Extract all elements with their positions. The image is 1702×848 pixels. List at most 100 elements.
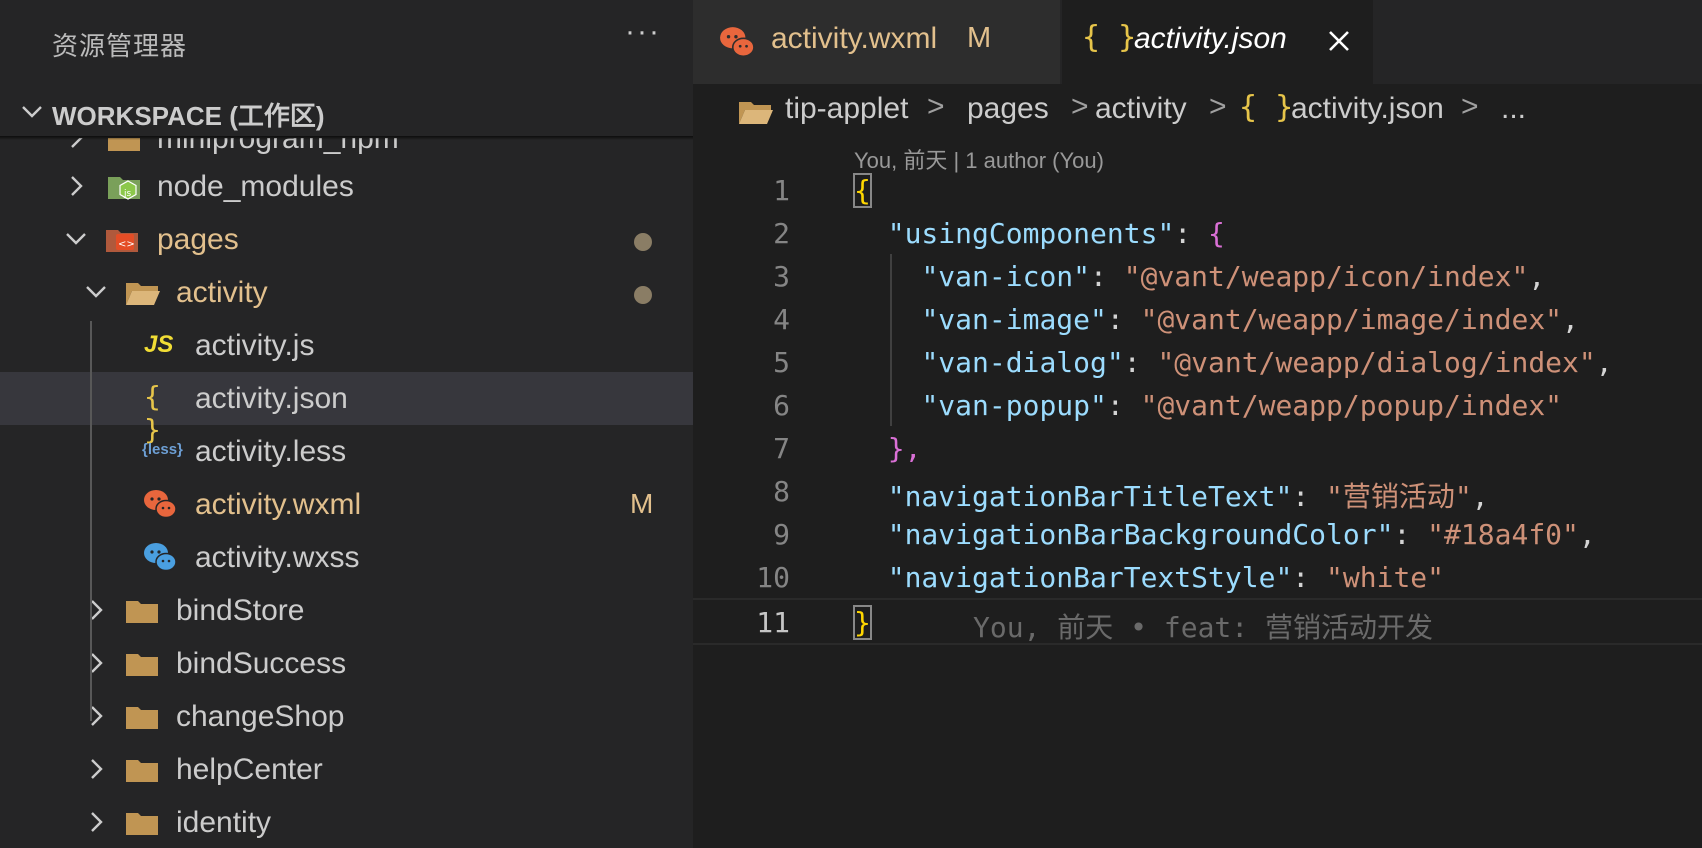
- json-braces-icon: { }: [1082, 20, 1137, 55]
- breadcrumb-activity[interactable]: activity: [1095, 92, 1187, 126]
- code-line: 5 "van-dialog": "@vant/weapp/dialog/inde…: [693, 340, 1702, 383]
- chevron-right-icon: [91, 706, 103, 726]
- chevron-down-icon: [22, 106, 42, 118]
- wechat-orange-icon: [144, 490, 177, 519]
- line-number: 6: [773, 389, 790, 422]
- folder-open-icon: [126, 283, 160, 305]
- tree-item-bindsuccess[interactable]: bindSuccess: [0, 637, 693, 690]
- tree-item-bindstore[interactable]: bindStore: [0, 584, 693, 637]
- bracket-close: },: [887, 432, 922, 465]
- wechat-blue-icon: [144, 543, 177, 572]
- json-key: "navigationBarTextStyle": [887, 561, 1293, 594]
- tree-item-activity[interactable]: activity: [0, 266, 693, 319]
- close-icon[interactable]: [1324, 26, 1354, 56]
- tab-bar: activity.wxml M { } activity.json: [693, 0, 1702, 84]
- inline-blame: You, 前天 • feat: 营销活动开发: [973, 611, 1434, 644]
- breadcrumb-separator: >: [927, 90, 945, 123]
- node-folder-icon: js: [108, 177, 140, 200]
- json-key: "van-icon": [921, 260, 1091, 293]
- breadcrumb-more[interactable]: ...: [1501, 92, 1526, 126]
- tree-item-activity-js[interactable]: JS activity.js: [0, 319, 693, 372]
- line-number: 9: [773, 518, 790, 551]
- code-line: 4 "van-image": "@vant/weapp/image/index"…: [693, 297, 1702, 340]
- tree-item-activity-less[interactable]: {less} activity.less: [0, 425, 693, 478]
- tree-item-label: node_modules: [157, 170, 354, 203]
- bracket-open: {: [1208, 217, 1225, 250]
- tree-item-activity-wxss[interactable]: activity.wxss: [0, 531, 693, 584]
- bracket-open: {: [853, 173, 872, 208]
- folder-icon: [126, 654, 158, 676]
- line-number: 2: [773, 217, 790, 250]
- folder-icon: [126, 707, 158, 729]
- line-number: 8: [773, 475, 790, 508]
- breadcrumb-file[interactable]: activity.json: [1291, 92, 1444, 126]
- code-line: 3 "van-icon": "@vant/weapp/icon/index",: [693, 254, 1702, 297]
- svg-text:js: js: [123, 189, 132, 199]
- line-number: 11: [756, 606, 790, 639]
- folder-icon: [108, 138, 140, 151]
- modified-dot: [634, 233, 652, 251]
- tree-item-helpcenter[interactable]: helpCenter: [0, 743, 693, 796]
- chevron-down-icon: [66, 233, 86, 245]
- code-line: 7 },: [693, 426, 1702, 469]
- code-line: 6 "van-popup": "@vant/weapp/popup/index": [693, 383, 1702, 426]
- tree-indent-guide: [90, 321, 92, 721]
- tree-item-label: activity.wxml: [195, 488, 362, 521]
- tree-item-activity-wxml[interactable]: activity.wxml M: [0, 478, 693, 531]
- json-string: "#18a4f0": [1427, 518, 1579, 551]
- explorer-title: 资源管理器: [52, 31, 188, 61]
- json-string: "@vant/weapp/icon/index": [1123, 260, 1529, 293]
- code-line: 8 "navigationBarTitleText": "营销活动",: [693, 469, 1702, 513]
- tree-item-label: bindSuccess: [176, 647, 347, 680]
- breadcrumb-separator: >: [1461, 90, 1479, 123]
- json-key: "van-dialog": [921, 346, 1124, 379]
- more-actions-button[interactable]: ···: [618, 17, 668, 58]
- folder-icon: [126, 813, 158, 835]
- chevron-right-icon: [71, 176, 83, 196]
- breadcrumb-pages[interactable]: pages: [967, 92, 1049, 126]
- svg-text:<>: <>: [118, 239, 135, 250]
- code-line: 1 {: [693, 168, 1702, 211]
- folder-open-icon: [739, 102, 773, 124]
- tree-item-identity[interactable]: identity: [0, 796, 693, 848]
- breadcrumb: tip-applet > pages > activity > { } acti…: [693, 88, 1702, 134]
- tree-item-activity-json[interactable]: { } activity.json: [0, 372, 693, 446]
- less-file-icon: {less}: [142, 441, 183, 458]
- json-string: "营销活动": [1326, 480, 1472, 513]
- json-key: "usingComponents": [887, 217, 1175, 250]
- chevron-right-icon: [91, 759, 103, 779]
- tab-activity-json[interactable]: { } activity.json: [1062, 0, 1373, 84]
- tree-item-label: activity.js: [195, 329, 315, 362]
- json-key: "van-image": [921, 303, 1107, 336]
- tree-item-label: miniprogram_npm: [157, 138, 399, 155]
- json-string: "@vant/weapp/popup/index": [1140, 389, 1563, 422]
- line-number: 4: [773, 303, 790, 336]
- tab-activity-wxml[interactable]: activity.wxml M: [693, 0, 1060, 84]
- wechat-orange-icon: [720, 27, 755, 58]
- tree-item-label: bindStore: [176, 594, 305, 627]
- tree-item-pages[interactable]: <> pages: [0, 213, 693, 266]
- code-line-current: 11 } You, 前天 • feat: 营销活动开发: [693, 598, 1702, 645]
- pages-folder-icon: <>: [106, 230, 138, 252]
- tab-label: activity.wxml: [771, 22, 938, 55]
- tree-item-label: pages: [157, 223, 239, 256]
- folder-icon: [126, 601, 158, 623]
- explorer-sidebar: 资源管理器 ··· WORKSPACE (工作区) miniprogram_np…: [0, 0, 693, 848]
- tab-label: activity.json: [1134, 22, 1287, 55]
- tree-item-label: identity: [176, 806, 272, 839]
- tree-item-node-modules[interactable]: js node_modules: [0, 160, 693, 213]
- file-tree: miniprogram_npm js node_modules <> pages…: [0, 138, 693, 848]
- folder-icon: [126, 760, 158, 782]
- breadcrumb-separator: >: [1209, 90, 1227, 123]
- tree-item-changeshop[interactable]: changeShop: [0, 690, 693, 743]
- code-line: 2 "usingComponents": {: [693, 211, 1702, 254]
- line-number: 10: [756, 561, 790, 594]
- explorer-header: 资源管理器 ···: [0, 0, 693, 84]
- code-editor[interactable]: 1 { 2 "usingComponents": { 3 "van-icon":…: [693, 168, 1702, 645]
- tree-item-label: activity.less: [195, 435, 347, 468]
- json-string: "@vant/weapp/dialog/index": [1157, 346, 1596, 379]
- workspace-section-header[interactable]: WORKSPACE (工作区): [0, 88, 693, 136]
- json-key: "van-popup": [921, 389, 1107, 422]
- breadcrumb-root[interactable]: tip-applet: [785, 92, 908, 126]
- chevron-right-icon: [91, 653, 103, 673]
